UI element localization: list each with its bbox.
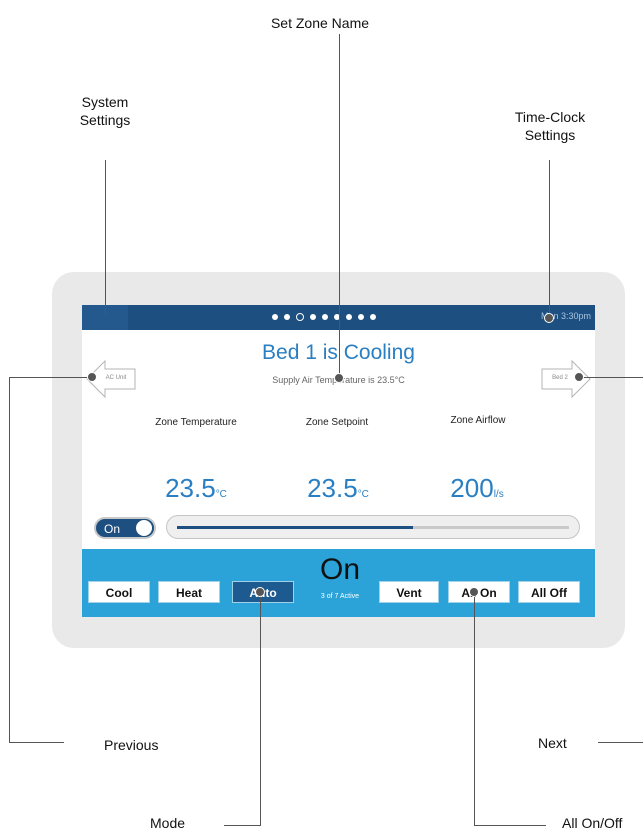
- pager-dot-current[interactable]: [296, 313, 304, 321]
- airflow-slider[interactable]: [166, 515, 580, 539]
- zone-temperature-label: Zone Temperature: [155, 417, 237, 428]
- leader-dot-mode: [255, 587, 265, 597]
- callout-system-settings-line2: Settings: [79, 112, 131, 128]
- callout-time-clock-settings: Time-Clock Settings: [500, 108, 600, 144]
- leader-mode-bottom: [224, 825, 261, 826]
- zone-airflow-unit: l/s: [493, 489, 504, 500]
- active-zone-count: 3 of 7 Active: [320, 593, 360, 600]
- leader-time-clock: [549, 160, 550, 318]
- zone-airflow-label: Zone Airflow: [450, 415, 506, 426]
- callout-previous: Previous: [104, 737, 159, 753]
- heat-mode-button[interactable]: Heat: [158, 581, 220, 603]
- zone-airflow-value: 200l/s: [417, 473, 537, 504]
- vent-mode-button[interactable]: Vent: [379, 581, 439, 603]
- pager-dot[interactable]: [346, 314, 352, 320]
- zone-on-toggle-label: On: [104, 522, 121, 536]
- leader-previous-vertical: [9, 377, 10, 743]
- leader-all-on-off-vertical: [474, 592, 475, 826]
- pager-dot[interactable]: [370, 314, 376, 320]
- cool-mode-button[interactable]: Cool: [88, 581, 150, 603]
- callout-mode: Mode: [150, 815, 186, 831]
- leader-set-zone-name: [339, 34, 340, 378]
- callout-time-clock-line2: Settings: [524, 127, 576, 143]
- callout-all-on-off: All On/Off: [562, 815, 623, 831]
- all-on-button[interactable]: All On: [448, 581, 510, 603]
- leader-system-settings: [105, 160, 106, 315]
- leader-dot-previous: [87, 372, 97, 382]
- leader-next-horizontal: [579, 377, 643, 378]
- pager-dot[interactable]: [322, 314, 328, 320]
- callout-time-clock-line1: Time-Clock: [514, 109, 586, 125]
- leader-previous-bottom: [9, 742, 64, 743]
- zone-pager: [272, 312, 376, 322]
- zone-airflow-number: 200: [450, 473, 494, 503]
- system-state: On: [319, 553, 361, 586]
- zone-on-toggle[interactable]: On: [94, 517, 156, 539]
- pager-dot[interactable]: [358, 314, 364, 320]
- mode-bar: Cool Heat Auto On 3 of 7 Active Vent All…: [82, 549, 595, 617]
- leader-dot-set-zone-name: [334, 373, 344, 383]
- leader-mode-vertical: [260, 592, 261, 826]
- all-off-button[interactable]: All Off: [518, 581, 580, 603]
- pager-dot[interactable]: [272, 314, 278, 320]
- callout-next: Next: [538, 735, 567, 751]
- zone-temperature-number: 23.5: [165, 473, 216, 503]
- zone-temperature-value: 23.5°C: [136, 473, 256, 504]
- next-zone-label: Bed 2: [552, 375, 568, 381]
- callout-set-zone-name: Set Zone Name: [270, 15, 370, 31]
- slider-fill: [177, 526, 413, 529]
- leader-previous-horizontal: [9, 377, 95, 378]
- zone-setpoint-value[interactable]: 23.5°C: [278, 473, 398, 504]
- callout-system-settings: System Settings: [60, 93, 150, 129]
- leader-all-on-off-bottom: [474, 825, 546, 826]
- zone-temperature-unit: °C: [215, 489, 227, 500]
- zone-setpoint-label: Zone Setpoint: [305, 417, 369, 428]
- zone-setpoint-unit: °C: [357, 489, 369, 500]
- previous-zone-label: AC Unit: [105, 375, 127, 381]
- leader-dot-next: [574, 372, 584, 382]
- pager-dot[interactable]: [284, 314, 290, 320]
- leader-dot-all-on-off: [469, 587, 479, 597]
- pager-dot[interactable]: [310, 314, 316, 320]
- leader-dot-time-clock: [544, 313, 554, 323]
- leader-next-bottom: [598, 742, 643, 743]
- zone-setpoint-number: 23.5: [307, 473, 358, 503]
- callout-system-settings-line1: System: [81, 94, 129, 110]
- toggle-knob: [136, 520, 152, 536]
